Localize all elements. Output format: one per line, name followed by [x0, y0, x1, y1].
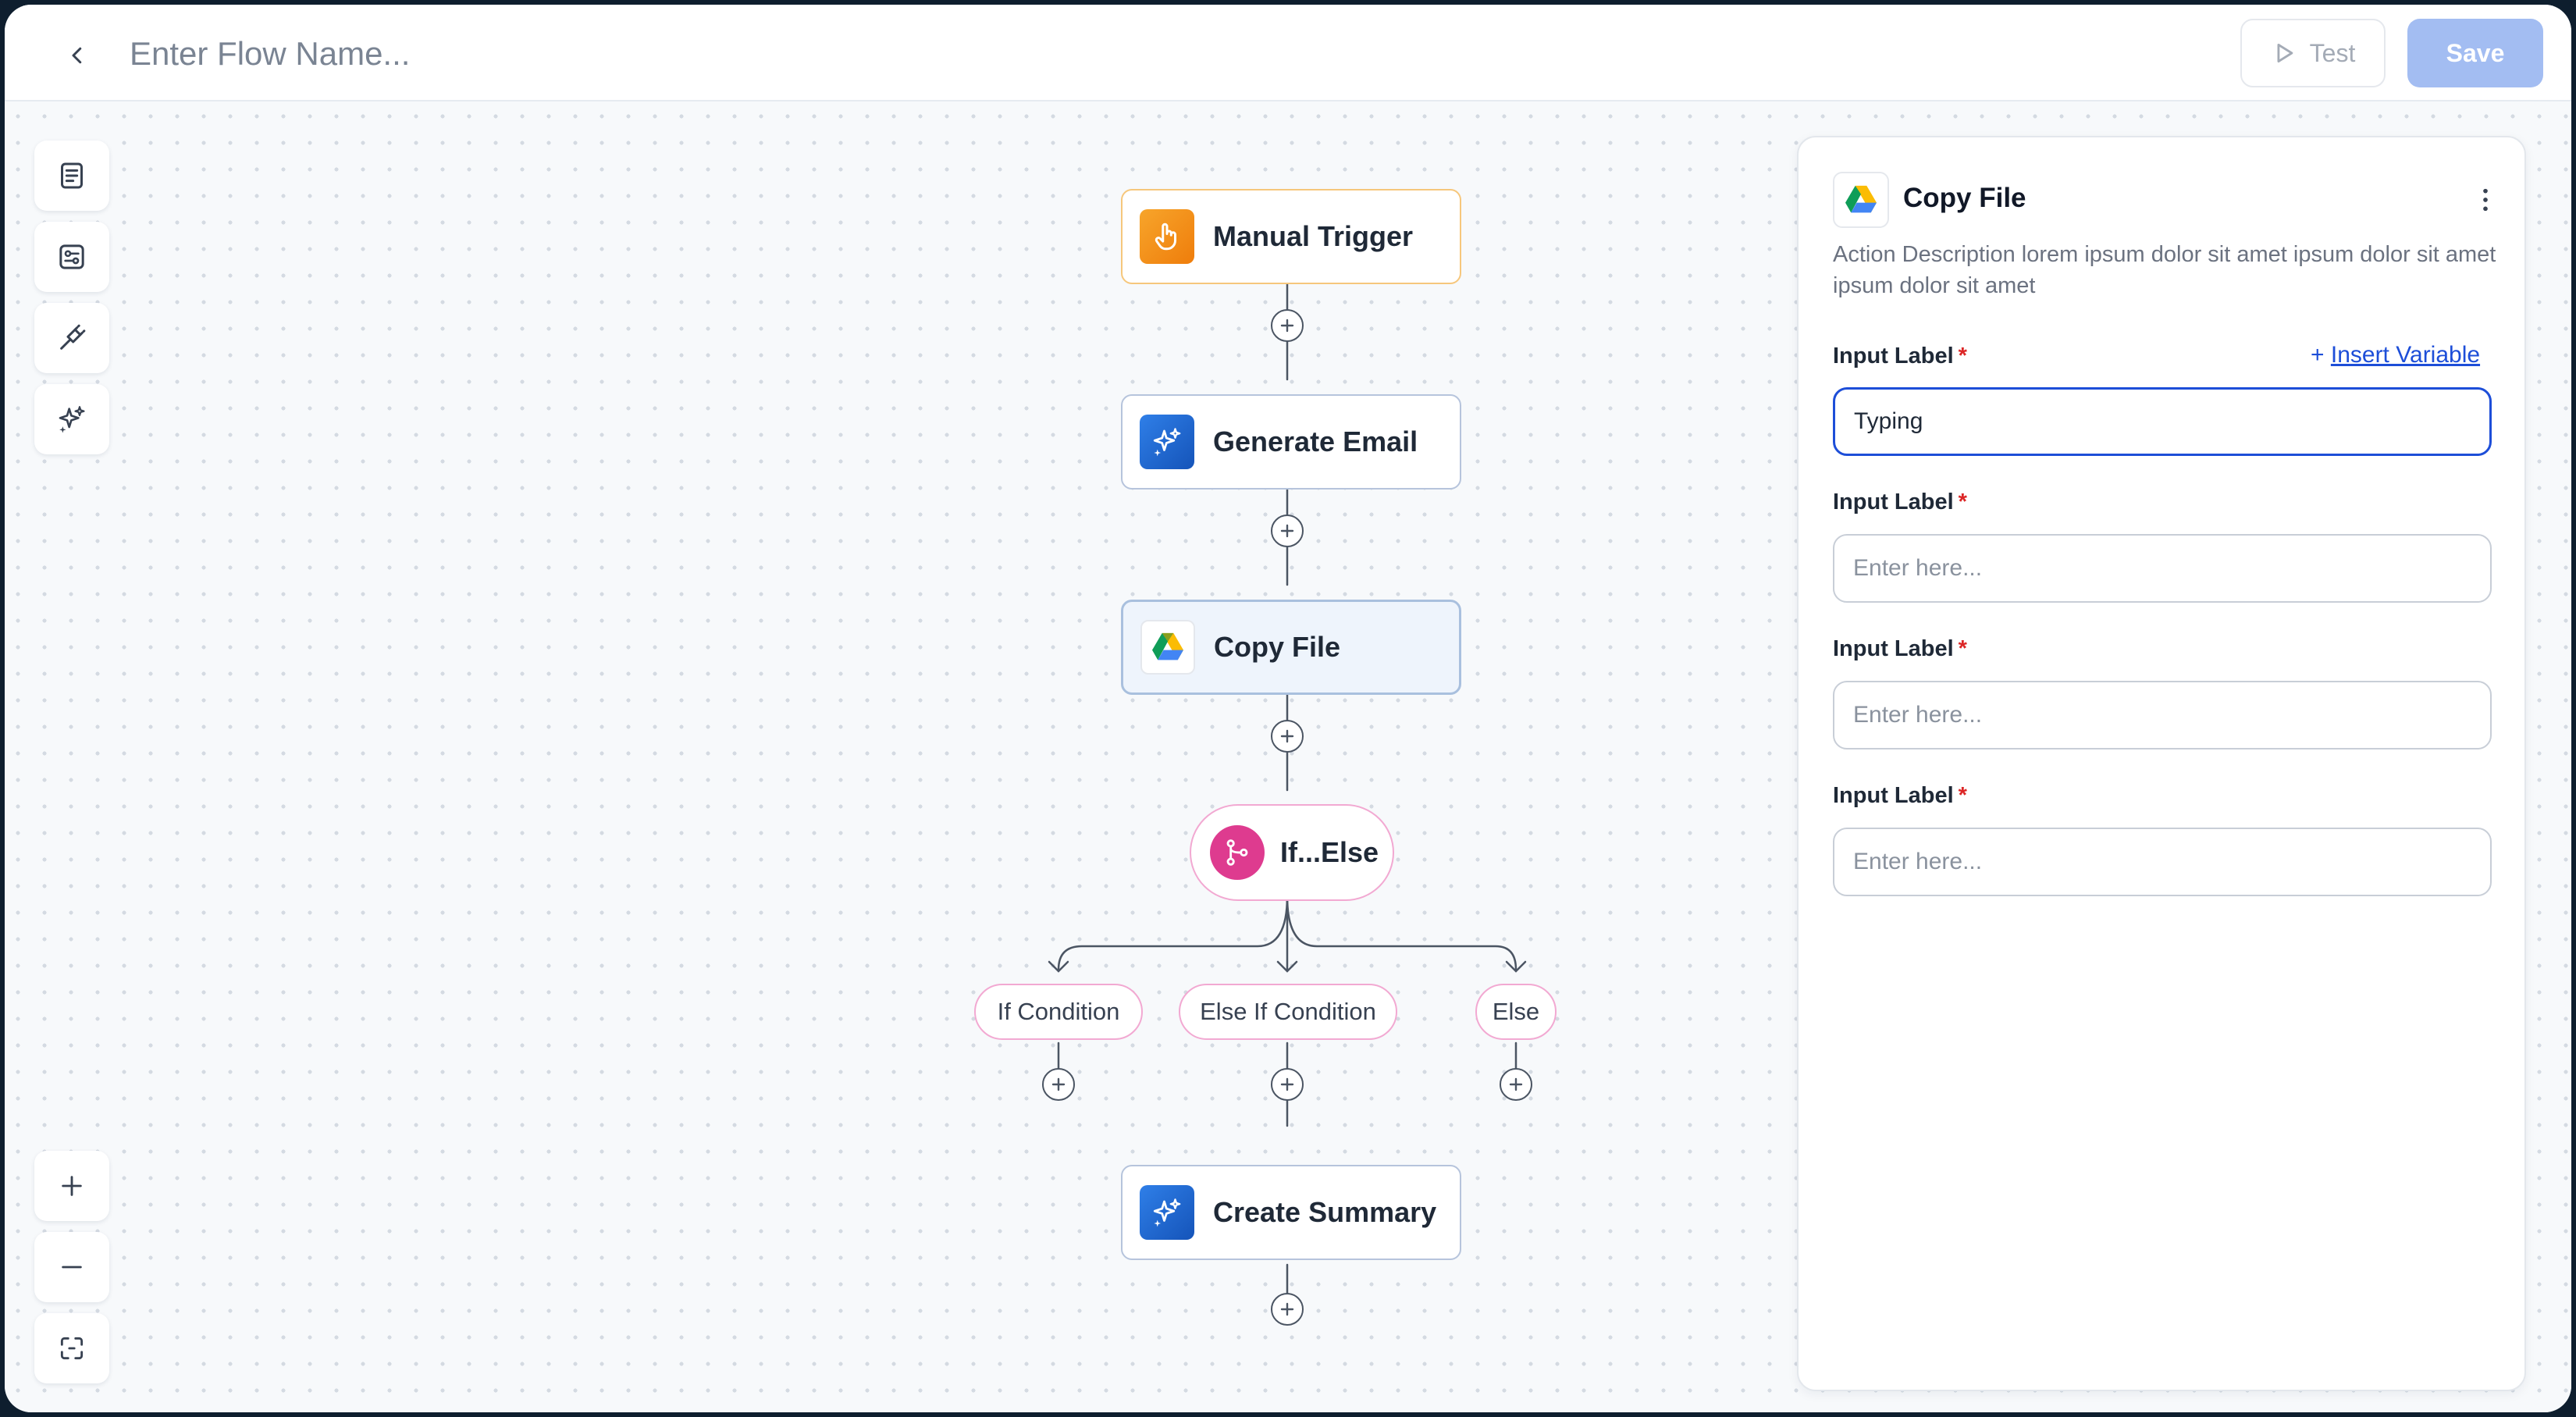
field-label-text: Input Label	[1833, 490, 1954, 514]
add-step-if-button[interactable]	[1042, 1068, 1075, 1101]
plus-icon	[1280, 1302, 1294, 1316]
input-field-1[interactable]	[1833, 387, 2492, 456]
fit-view-icon	[60, 1337, 84, 1360]
chevron-left-icon	[72, 47, 82, 64]
input-field-2[interactable]	[1833, 534, 2492, 603]
field-label-text: Input Label	[1833, 783, 1954, 808]
plus-icon	[1280, 1077, 1294, 1091]
tool-ai-button[interactable]	[34, 384, 109, 454]
google-drive-icon	[1140, 620, 1195, 675]
branch-else-if-condition[interactable]: Else If Condition	[1179, 984, 1397, 1040]
field-label: Input Label *	[1833, 636, 1967, 662]
app-window: Test Save	[5, 5, 2571, 1412]
field-label-text: Input Label	[1833, 636, 1954, 661]
panel-title: Copy File	[1903, 183, 2026, 213]
add-step-button[interactable]	[1271, 514, 1304, 547]
panel-description: Action Description lorem ipsum dolor sit…	[1833, 242, 2496, 298]
more-options-button[interactable]	[2470, 183, 2501, 217]
kebab-menu-icon	[2483, 188, 2488, 212]
node-label: Generate Email	[1213, 425, 1418, 457]
document-icon	[61, 162, 83, 189]
plus-icon	[1051, 1077, 1066, 1091]
add-step-button[interactable]	[1271, 309, 1304, 342]
plug-icon	[60, 324, 86, 350]
required-mark: *	[1958, 490, 1967, 514]
zoom-out-button[interactable]	[34, 1232, 109, 1302]
flow-name-input[interactable]	[130, 28, 1066, 80]
field-label: Input Label *	[1833, 344, 1967, 369]
tool-settings-button[interactable]	[34, 222, 109, 292]
insert-variable-label: Insert Variable	[2330, 342, 2481, 368]
node-manual-trigger[interactable]: Manual Trigger	[1121, 189, 1461, 284]
branch-else[interactable]: Else	[1475, 984, 1557, 1040]
insert-variable-prefix: +	[2311, 342, 2331, 368]
field-label: Input Label *	[1833, 783, 1967, 809]
field-label: Input Label *	[1833, 490, 1967, 515]
required-mark: *	[1958, 344, 1967, 368]
branch-if-condition[interactable]: If Condition	[974, 984, 1143, 1040]
branch-icon	[1210, 825, 1265, 880]
settings-panel-icon	[59, 244, 84, 269]
field-label-text: Input Label	[1833, 344, 1954, 368]
save-button[interactable]: Save	[2407, 19, 2543, 87]
step-config-panel: Copy File Action Description lorem ipsum…	[1797, 136, 2526, 1391]
sparkles-icon	[59, 406, 85, 433]
sparkles-icon	[1140, 415, 1194, 469]
pointer-hand-icon	[1140, 209, 1194, 264]
input-field-4[interactable]	[1833, 828, 2492, 896]
node-create-summary[interactable]: Create Summary	[1121, 1165, 1461, 1260]
node-label: Create Summary	[1213, 1196, 1437, 1228]
zoom-in-button[interactable]	[34, 1151, 109, 1221]
play-icon	[2277, 43, 2293, 63]
node-generate-email[interactable]: Generate Email	[1121, 394, 1461, 490]
node-copy-file[interactable]: Copy File	[1121, 600, 1461, 695]
google-drive-icon	[1833, 172, 1889, 228]
test-button[interactable]: Test	[2240, 19, 2386, 87]
node-if-else[interactable]: If...Else	[1190, 804, 1394, 901]
node-label: Copy File	[1214, 631, 1341, 663]
input-field-3[interactable]	[1833, 681, 2492, 749]
node-label: Manual Trigger	[1213, 220, 1414, 252]
add-step-button[interactable]	[1271, 1293, 1304, 1326]
add-step-else-button[interactable]	[1500, 1068, 1532, 1101]
sparkles-icon	[1140, 1185, 1194, 1240]
node-label: If...Else	[1280, 836, 1379, 868]
plus-icon	[1280, 729, 1294, 743]
plus-icon	[1280, 524, 1294, 538]
tool-document-button[interactable]	[34, 141, 109, 211]
add-step-else-if-button[interactable]	[1271, 1068, 1304, 1101]
plus-icon	[1509, 1077, 1523, 1091]
top-bar: Test Save	[5, 5, 2571, 101]
add-step-button[interactable]	[1271, 720, 1304, 753]
tool-integration-button[interactable]	[34, 303, 109, 373]
required-mark: *	[1958, 783, 1967, 808]
plus-icon	[1280, 319, 1294, 333]
zoom-out-icon	[62, 1266, 82, 1269]
zoom-in-icon	[62, 1176, 82, 1196]
back-button[interactable]	[56, 34, 98, 77]
fit-view-button[interactable]	[34, 1313, 109, 1383]
insert-variable-link[interactable]: + Insert Variable	[2311, 342, 2480, 368]
test-button-label: Test	[2309, 38, 2356, 67]
required-mark: *	[1958, 636, 1967, 661]
